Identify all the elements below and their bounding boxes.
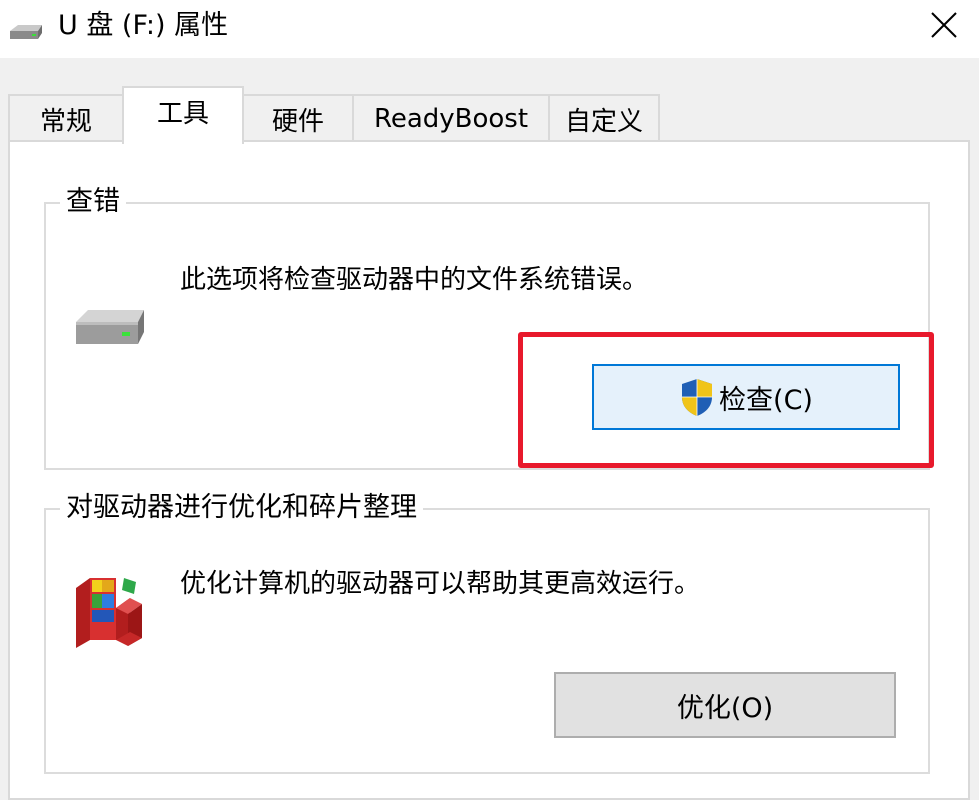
tab-tools[interactable]: 工具: [122, 86, 244, 144]
tab-readyboost[interactable]: ReadyBoost: [352, 94, 550, 142]
title-bar: U 盘 (F:) 属性: [0, 0, 979, 58]
check-button[interactable]: 检查(C): [592, 364, 900, 430]
usb-drive-icon: [10, 25, 42, 39]
defrag-icon: [76, 578, 142, 648]
error-check-description: 此选项将检查驱动器中的文件系统错误。: [180, 265, 649, 295]
tab-customize[interactable]: 自定义: [548, 94, 660, 142]
optimize-button[interactable]: 优化(O): [554, 672, 896, 738]
optimize-button-label: 优化(O): [676, 692, 774, 724]
close-icon: [931, 12, 957, 38]
optimize-description: 优化计算机的驱动器可以帮助其更高效运行。: [180, 569, 701, 599]
error-check-title: 查错: [60, 184, 126, 220]
check-button-label: 检查(C): [719, 384, 813, 416]
tab-strip: 常规 工具 硬件 ReadyBoost 自定义: [8, 86, 968, 144]
window-title: U 盘 (F:) 属性: [58, 10, 229, 41]
properties-window: U 盘 (F:) 属性 常规 工具 硬件 ReadyBoost 自定义 查错 此…: [0, 0, 979, 800]
tab-hardware[interactable]: 硬件: [242, 94, 354, 142]
optimize-title: 对驱动器进行优化和碎片整理: [60, 490, 423, 526]
tab-general[interactable]: 常规: [8, 94, 124, 142]
drive-icon: [76, 310, 144, 344]
optimize-group: 对驱动器进行优化和碎片整理 优化计算机的驱动器可以帮助其更高效运行。 优化(O): [44, 490, 930, 774]
uac-shield-icon: [682, 379, 713, 416]
error-check-group: 查错 此选项将检查驱动器中的文件系统错误。 检查(C): [44, 184, 930, 470]
tools-panel: 查错 此选项将检查驱动器中的文件系统错误。 检查(C) 对驱动器进行优化和碎片整…: [8, 140, 970, 800]
close-button[interactable]: [909, 0, 979, 50]
